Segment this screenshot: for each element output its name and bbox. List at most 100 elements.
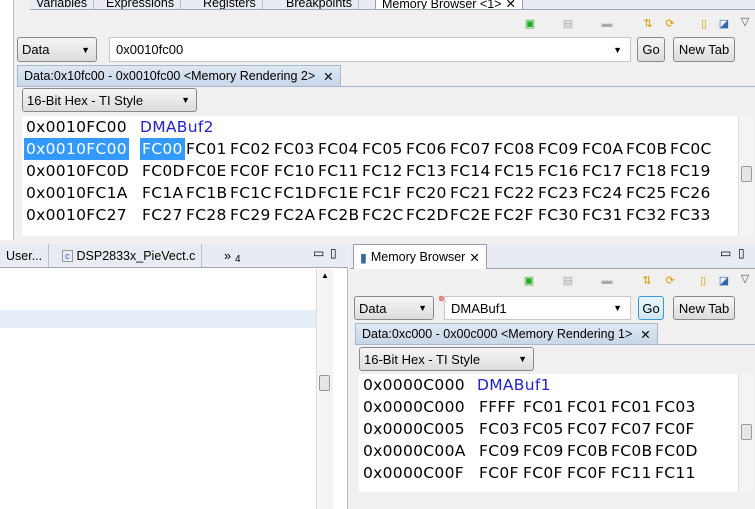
memory-cell[interactable]: FC05 [362,138,403,160]
memory-cell[interactable]: FC09 [479,440,520,462]
memory-cell[interactable]: FC1E [318,182,359,204]
memory-cell[interactable]: FC33 [670,204,711,226]
memory-cell[interactable]: FC28 [186,204,227,226]
memory-cell[interactable]: FC01 [523,396,564,418]
memory-cell[interactable]: FC20 [406,182,447,204]
scroll-thumb[interactable] [741,424,752,440]
sync-icon[interactable]: ⇅ [640,274,654,288]
memory-cell[interactable]: FC2E [450,204,491,226]
memory-cell[interactable]: FC0C [670,138,712,160]
format-select[interactable]: 16-Bit Hex - TI Style ▼ [359,347,534,371]
import-icon[interactable]: ▤ [561,17,575,31]
memory-cell[interactable]: FFFF [479,396,516,418]
page-select[interactable]: Data ▼ [17,37,97,62]
memory-cell[interactable]: FC1B [186,182,227,204]
memory-cell[interactable]: FC26 [670,182,711,204]
memory-cell[interactable]: FC08 [494,138,535,160]
memory-cell[interactable]: FC10 [274,160,315,182]
memory-cell[interactable]: FC14 [450,160,491,182]
memory-cell[interactable]: FC0B [567,440,608,462]
tab-breakpoints[interactable]: Breakpoints [280,0,360,9]
memory-cell[interactable]: FC0D [142,160,185,182]
memory-cell[interactable]: FC23 [538,182,579,204]
memory-cell[interactable]: FC22 [494,182,535,204]
minimize-icon[interactable]: ▭ [720,246,731,260]
new-view-icon[interactable]: ▯ [696,274,710,288]
chip-icon[interactable]: ▣ [523,17,537,31]
memory-cell[interactable]: FC16 [538,160,579,182]
pin-icon[interactable]: ◪ [717,274,731,288]
tab-expressions[interactable]: Expressions [100,0,182,9]
maximize-icon[interactable]: ▯ [330,246,337,260]
memory-cell[interactable]: FC1A [142,182,183,204]
memory-cell[interactable]: FC07 [450,138,491,160]
memory-cell[interactable]: FC2F [494,204,534,226]
minimize-icon[interactable]: ▭ [313,246,324,260]
memory-cell[interactable]: FC30 [538,204,579,226]
memory-cell[interactable]: FC0F [567,462,607,484]
memory-cell[interactable]: FC0F [523,462,563,484]
memory-cell[interactable]: FC13 [406,160,447,182]
memory-cell[interactable]: FC0F [655,418,695,440]
memory-cell[interactable]: FC03 [655,396,696,418]
chevron-down-icon[interactable]: ▼ [613,303,622,313]
memory-cell[interactable]: FC24 [582,182,623,204]
tab-user[interactable]: User... [0,244,50,267]
chip-disabled-icon[interactable]: ▬ [600,274,614,288]
memory-cell[interactable]: FC01 [611,396,652,418]
memory-cell[interactable]: FC05 [523,418,564,440]
memory-cell[interactable]: FC17 [582,160,623,182]
tab-memory-browser[interactable]: ▮ Memory Browser ✕ [353,244,487,269]
memory-cell[interactable]: FC25 [626,182,667,204]
memory-cell[interactable]: FC12 [362,160,403,182]
editor-scrollbar[interactable]: ▲ [316,269,333,509]
sync-icon[interactable]: ⇅ [641,17,655,31]
memory-cell[interactable]: FC29 [230,204,271,226]
memory-cell[interactable]: FC31 [582,204,623,226]
close-icon[interactable]: ✕ [469,250,479,265]
memory-cell[interactable]: FC0B [611,440,652,462]
scroll-thumb[interactable] [319,375,330,391]
refresh-icon[interactable]: ⟳ [663,17,677,31]
memory-cell[interactable]: FC00 [140,138,185,160]
memory-cell[interactable]: FC11 [655,462,696,484]
chevron-down-icon[interactable]: ▼ [613,45,622,55]
view-menu-icon[interactable]: ▽ [738,15,752,29]
maximize-icon[interactable]: ▯ [738,246,745,260]
memory-cell[interactable]: FC0F [479,462,519,484]
address-input[interactable]: 0x0010fc00 ▼ [109,37,631,62]
memory-cell[interactable]: FC0F [230,160,270,182]
memory-cell[interactable]: FC03 [274,138,315,160]
new-tab-button[interactable]: New Tab [673,296,735,320]
rendering-tab[interactable]: Data:0xc000 - 0x00c000 <Memory Rendering… [355,323,658,344]
memory-cell[interactable]: FC1D [274,182,317,204]
top-scrollbar[interactable] [738,116,753,236]
close-icon[interactable]: ✕ [505,0,515,9]
memory-cell[interactable]: FC2C [362,204,404,226]
scroll-thumb[interactable] [741,166,752,182]
go-button[interactable]: Go [637,37,665,62]
memory-cell[interactable]: FC0E [186,160,227,182]
close-icon[interactable]: ✕ [640,327,650,342]
memory-cell[interactable]: FC09 [523,440,564,462]
memory-cell[interactable]: FC0D [655,440,698,462]
memory-cell[interactable]: FC06 [406,138,447,160]
memory-cell[interactable]: FC01 [567,396,608,418]
format-select[interactable]: 16-Bit Hex - TI Style ▼ [22,88,197,112]
rendering-tab[interactable]: Data:0x10fc00 - 0x0010fc00 <Memory Rende… [17,65,341,86]
memory-cell[interactable]: FC32 [626,204,667,226]
memory-cell[interactable]: FC18 [626,160,667,182]
memory-cell[interactable]: FC11 [318,160,359,182]
new-view-icon[interactable]: ▯ [697,17,711,31]
address-input[interactable]: DMABuf1 ▼ [444,296,631,320]
memory-cell[interactable]: FC19 [670,160,711,182]
chip-disabled-icon[interactable]: ▬ [600,17,614,31]
memory-cell[interactable]: FC03 [479,418,520,440]
memory-cell[interactable]: FC2D [406,204,449,226]
pin-icon[interactable]: ◪ [717,17,731,31]
memory-cell[interactable]: FC07 [611,418,652,440]
refresh-icon[interactable]: ⟳ [663,274,677,288]
more-tabs-button[interactable]: » 4 [218,244,247,267]
page-select[interactable]: Data ▼ [354,296,434,320]
memory-cell[interactable]: FC2B [318,204,359,226]
